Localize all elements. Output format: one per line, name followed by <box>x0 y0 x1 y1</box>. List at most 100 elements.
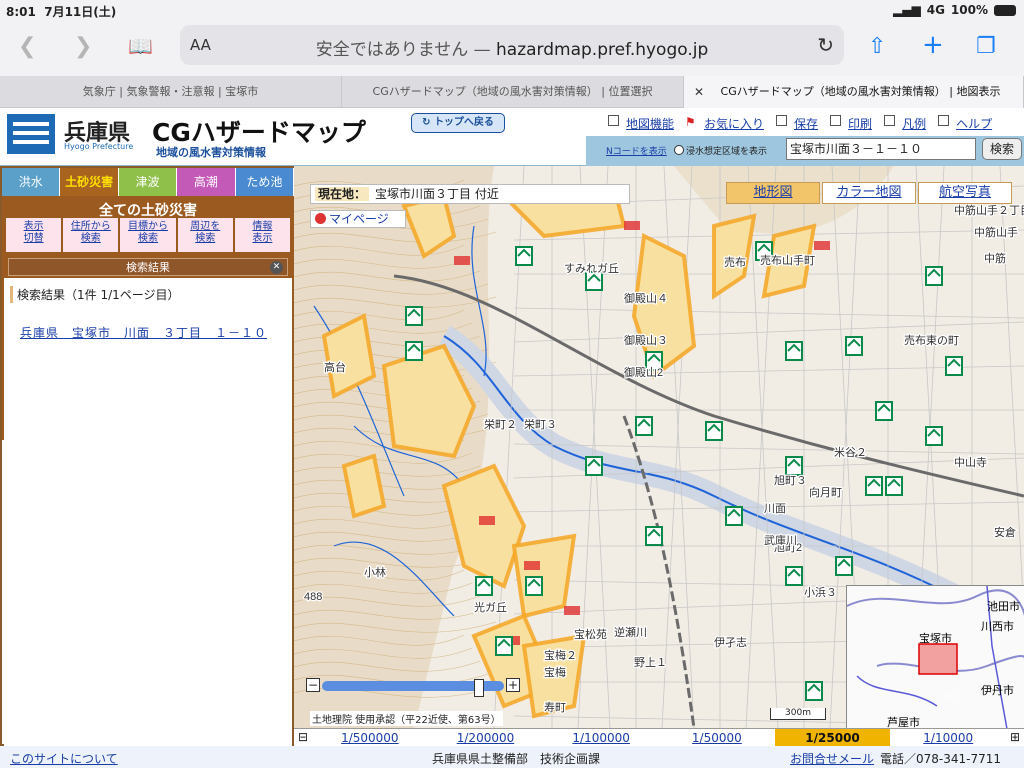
tab-label: CGハザードマップ（地域の風水害対策情報） | 地図表示 <box>720 85 1001 98</box>
close-icon[interactable]: ✕ <box>270 261 283 274</box>
scale-option[interactable]: 1/10000 <box>890 729 1006 746</box>
footer: このサイトについて 兵庫県県土整備部 技術企画課 お問合せメール 電話／078-… <box>0 746 1024 768</box>
result-header-label: 検索結果 <box>126 261 170 274</box>
zoom-out-button[interactable]: − <box>306 678 320 692</box>
search-button[interactable]: 検索 <box>982 138 1022 160</box>
place-label: 売布東の町 <box>904 334 959 347</box>
map-type-aerial[interactable]: 航空写真 <box>918 182 1012 204</box>
overview-minimap[interactable]: 宝塚市 川西市 池田市 伊丹市 芦屋市 171 <box>846 585 1024 728</box>
evacuation-shelter-icon <box>875 401 893 421</box>
zoom-thumb[interactable] <box>474 679 484 697</box>
place-label: 米谷２ <box>834 446 867 459</box>
place-label: 旭町３ <box>774 473 807 487</box>
map-credit: 土地理院 使用承認（平22近使、第63号） <box>310 711 503 726</box>
evacuation-shelter-icon <box>945 356 963 376</box>
search-by-landmark-button[interactable]: 目標から 検索 <box>120 218 176 252</box>
scale-option[interactable]: 1/200000 <box>428 729 544 746</box>
place-label: 中山寺 <box>954 456 987 469</box>
map-type-topographic[interactable]: 地形図 <box>726 182 820 204</box>
special-danger-zone <box>454 256 470 265</box>
tab-landslide[interactable]: 土砂災害 <box>60 168 119 196</box>
minimap-label: 宝塚市 <box>919 631 952 645</box>
scale-option[interactable]: 1/500000 <box>312 729 428 746</box>
evacuation-shelter-icon <box>835 556 853 576</box>
scale-prev-icon[interactable]: ⊟ <box>294 729 312 746</box>
place-label: 安倉 <box>994 525 1016 539</box>
current-location-value: 宝塚市川面３丁目 付近 <box>375 187 499 201</box>
evacuation-shelter-icon <box>885 476 903 496</box>
place-label: 光ガ丘 <box>474 600 507 614</box>
tab-jma[interactable]: 気象庁 | 気象警報・注意報 | 宝塚市 <box>0 76 342 108</box>
minimap-label: 芦屋市 <box>887 715 920 728</box>
menu-favorites[interactable]: お気に入り <box>704 115 764 132</box>
search-nearby-button[interactable]: 周辺を 検索 <box>177 218 233 252</box>
back-icon[interactable]: ❮ <box>18 34 36 59</box>
place-label: 寿町 <box>544 700 566 714</box>
address-search-input[interactable]: 宝塚市川面３－１－１０ <box>786 138 976 160</box>
legend-icon <box>884 115 896 126</box>
evacuation-shelter-icon <box>495 636 513 656</box>
special-danger-zone <box>814 241 830 250</box>
flood-area-toggle[interactable]: 浸水想定区域を表示 <box>674 144 767 157</box>
zoom-slider[interactable]: − + <box>306 678 520 697</box>
scale-option[interactable]: 1/50000 <box>659 729 775 746</box>
scale-next-icon[interactable]: ⊞ <box>1006 729 1024 746</box>
evacuation-shelter-icon <box>515 246 533 266</box>
hazard-map[interactable]: すみれガ丘 売布山手町 中筋山手２丁目 中筋山手 中筋 売布東の町 御殿山４ 御殿山３ 御殿山2… <box>294 166 1024 728</box>
evacuation-shelter-icon <box>785 456 803 476</box>
place-label: 逆瀬川 <box>614 625 647 639</box>
top-back-button[interactable]: ↻ トップへ戻る <box>411 113 505 133</box>
menu-map-functions[interactable]: 地図機能 <box>626 115 674 132</box>
zoom-in-button[interactable]: + <box>506 678 520 692</box>
close-tab-icon[interactable]: ✕ <box>694 76 704 108</box>
mypage-button[interactable]: マイページ <box>310 210 406 228</box>
menu-legend[interactable]: 凡例 <box>902 115 926 132</box>
minimap-label: 池田市 <box>987 599 1020 613</box>
about-link[interactable]: このサイトについて <box>10 750 118 767</box>
ncode-link[interactable]: Nコードを表示 <box>606 144 667 157</box>
new-tab-icon[interactable]: + <box>922 30 944 60</box>
reload-icon[interactable]: ↻ <box>817 33 834 57</box>
share-icon[interactable]: ⇧ <box>868 34 886 59</box>
result-item-link[interactable]: 兵庫県 宝塚市 川面 ３丁目 １－１０ <box>20 324 267 341</box>
map-type-switch: 地形図 カラー地図 航空写真 <box>726 182 1014 204</box>
tabs-overview-icon[interactable]: ❐ <box>976 34 996 59</box>
top-back-label: トップへ戻る <box>433 117 494 128</box>
zoom-track[interactable] <box>322 679 504 697</box>
scale-option-selected[interactable]: 1/25000 <box>774 729 891 746</box>
info-display-button[interactable]: 情報 表示 <box>234 218 291 252</box>
contact-mail-link[interactable]: お問合せメール <box>790 750 874 767</box>
tab-reservoir[interactable]: ため池 <box>235 168 295 196</box>
flood-checkbox[interactable] <box>674 145 684 155</box>
map-type-color[interactable]: カラー地図 <box>822 182 916 204</box>
toggle-display-button[interactable]: 表示 切替 <box>6 218 62 252</box>
search-by-address-button[interactable]: 住所から 検索 <box>63 218 119 252</box>
evacuation-shelter-icon <box>785 341 803 361</box>
tab-map-display[interactable]: ✕ CGハザードマップ（地域の風水害対策情報） | 地図表示 <box>684 76 1024 108</box>
evacuation-shelter-icon <box>405 306 423 326</box>
battery-level: 100% <box>950 3 988 17</box>
battery-icon <box>994 4 1016 16</box>
address-bar[interactable]: AA 安全ではありません — hazardmap.pref.hyogo.jp ↻ <box>180 25 844 65</box>
place-label: 御殿山４ <box>624 291 668 305</box>
bookmarks-icon[interactable]: 📖 <box>128 34 153 58</box>
current-location: 現在地： 宝塚市川面３丁目 付近 <box>310 184 630 204</box>
evacuation-shelter-icon <box>865 476 883 496</box>
tab-location-select[interactable]: CGハザードマップ（地域の風水害対策情報） | 位置選択 <box>342 76 684 108</box>
scale-option[interactable]: 1/100000 <box>543 729 659 746</box>
menu-help[interactable]: ヘルプ <box>956 115 992 132</box>
tab-tsunami[interactable]: 津波 <box>118 168 178 196</box>
action-buttons: 表示 切替 住所から 検索 目標から 検索 周辺を 検索 情報 表示 <box>6 218 291 252</box>
wifi-icon: ▂▄▆ <box>893 3 921 17</box>
place-label: 向月町 <box>809 485 842 499</box>
browser-toolbar: ❮ ❯ 📖 AA 安全ではありません — hazardmap.pref.hyog… <box>0 20 1024 76</box>
forward-icon[interactable]: ❯ <box>74 34 92 59</box>
evacuation-shelter-icon <box>845 336 863 356</box>
menu-print[interactable]: 印刷 <box>848 115 872 132</box>
menu-save[interactable]: 保存 <box>794 115 818 132</box>
tab-flood[interactable]: 洪水 <box>2 168 61 196</box>
tab-storm-surge[interactable]: 高潮 <box>177 168 236 196</box>
status-time: 8:01 <box>6 5 36 19</box>
place-label: 中筋 <box>984 251 1006 265</box>
evacuation-shelter-icon <box>645 526 663 546</box>
